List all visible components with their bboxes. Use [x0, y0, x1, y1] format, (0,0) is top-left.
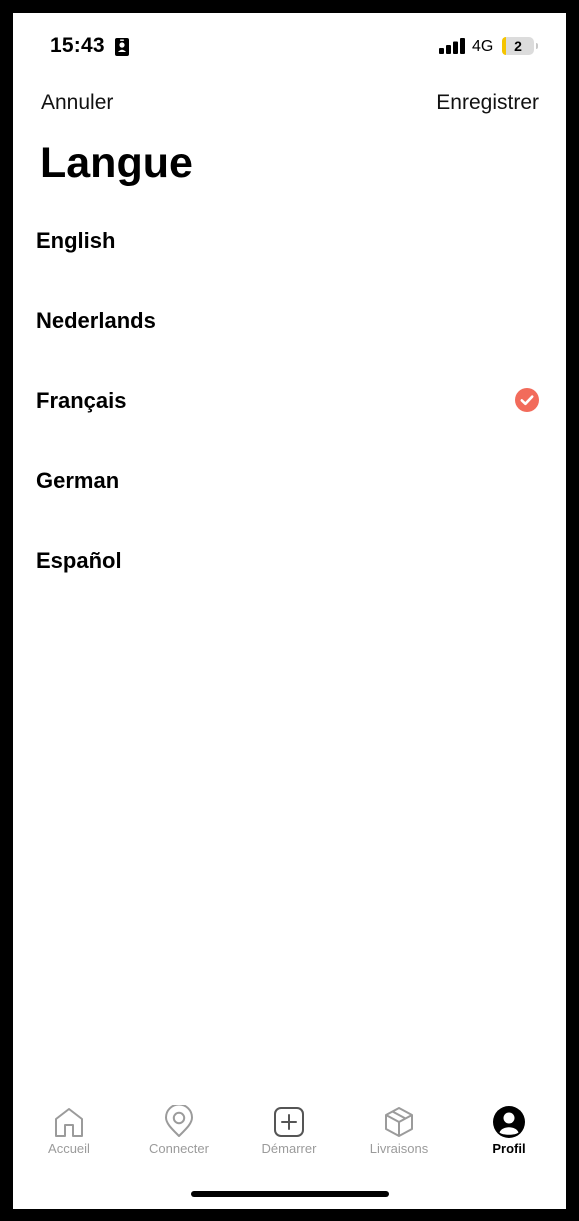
tab-label: Connecter — [149, 1141, 209, 1156]
tab-profil[interactable]: Profil — [454, 1105, 564, 1165]
language-option-german[interactable]: German — [13, 441, 566, 521]
language-label: German — [36, 468, 120, 493]
network-type: 4G — [472, 38, 494, 55]
language-option-english[interactable]: English — [13, 201, 566, 281]
cancel-button[interactable]: Annuler — [41, 91, 113, 115]
home-icon — [55, 1108, 83, 1137]
status-time: 15:43 — [50, 34, 105, 57]
language-option-francais[interactable]: Français — [13, 361, 566, 441]
save-button[interactable]: Enregistrer — [436, 91, 539, 115]
language-label: English — [36, 228, 116, 253]
language-list: English Nederlands Français German Españ… — [13, 201, 566, 601]
tab-label: Livraisons — [369, 1141, 429, 1156]
tab-demarrer[interactable]: Démarrer — [234, 1105, 344, 1165]
tab-bar: Accueil Connecter Démarrer Livraisons Pr… — [13, 1105, 566, 1165]
battery-indicator: 2 — [502, 37, 534, 55]
profile-icon — [493, 1106, 525, 1138]
check-circle-icon — [515, 388, 539, 417]
home-indicator[interactable] — [191, 1191, 389, 1197]
language-label: Français — [36, 388, 127, 413]
battery-level: 2 — [514, 38, 522, 54]
language-option-espanol[interactable]: Español — [13, 521, 566, 601]
battery-cap — [536, 43, 538, 49]
tab-label: Accueil — [48, 1141, 90, 1156]
device-frame: 15:43 4G 2 Annuler Enregistrer Langue En… — [0, 0, 579, 1221]
language-label: Nederlands — [36, 308, 156, 333]
id-card-icon — [115, 38, 129, 61]
package-icon — [385, 1107, 413, 1137]
plus-square-icon — [274, 1107, 304, 1137]
tab-connecter[interactable]: Connecter — [124, 1105, 234, 1165]
tab-label: Démarrer — [261, 1141, 317, 1156]
page-title: Langue — [40, 139, 193, 187]
language-label: Español — [36, 548, 122, 573]
battery-fill — [502, 37, 506, 55]
tab-accueil[interactable]: Accueil — [14, 1105, 124, 1165]
app-screen: 15:43 4G 2 Annuler Enregistrer Langue En… — [13, 13, 566, 1209]
tab-livraisons[interactable]: Livraisons — [344, 1105, 454, 1165]
location-pin-icon — [165, 1105, 193, 1137]
signal-bars-icon — [439, 38, 467, 59]
tab-label: Profil — [492, 1141, 526, 1156]
language-option-nederlands[interactable]: Nederlands — [13, 281, 566, 361]
